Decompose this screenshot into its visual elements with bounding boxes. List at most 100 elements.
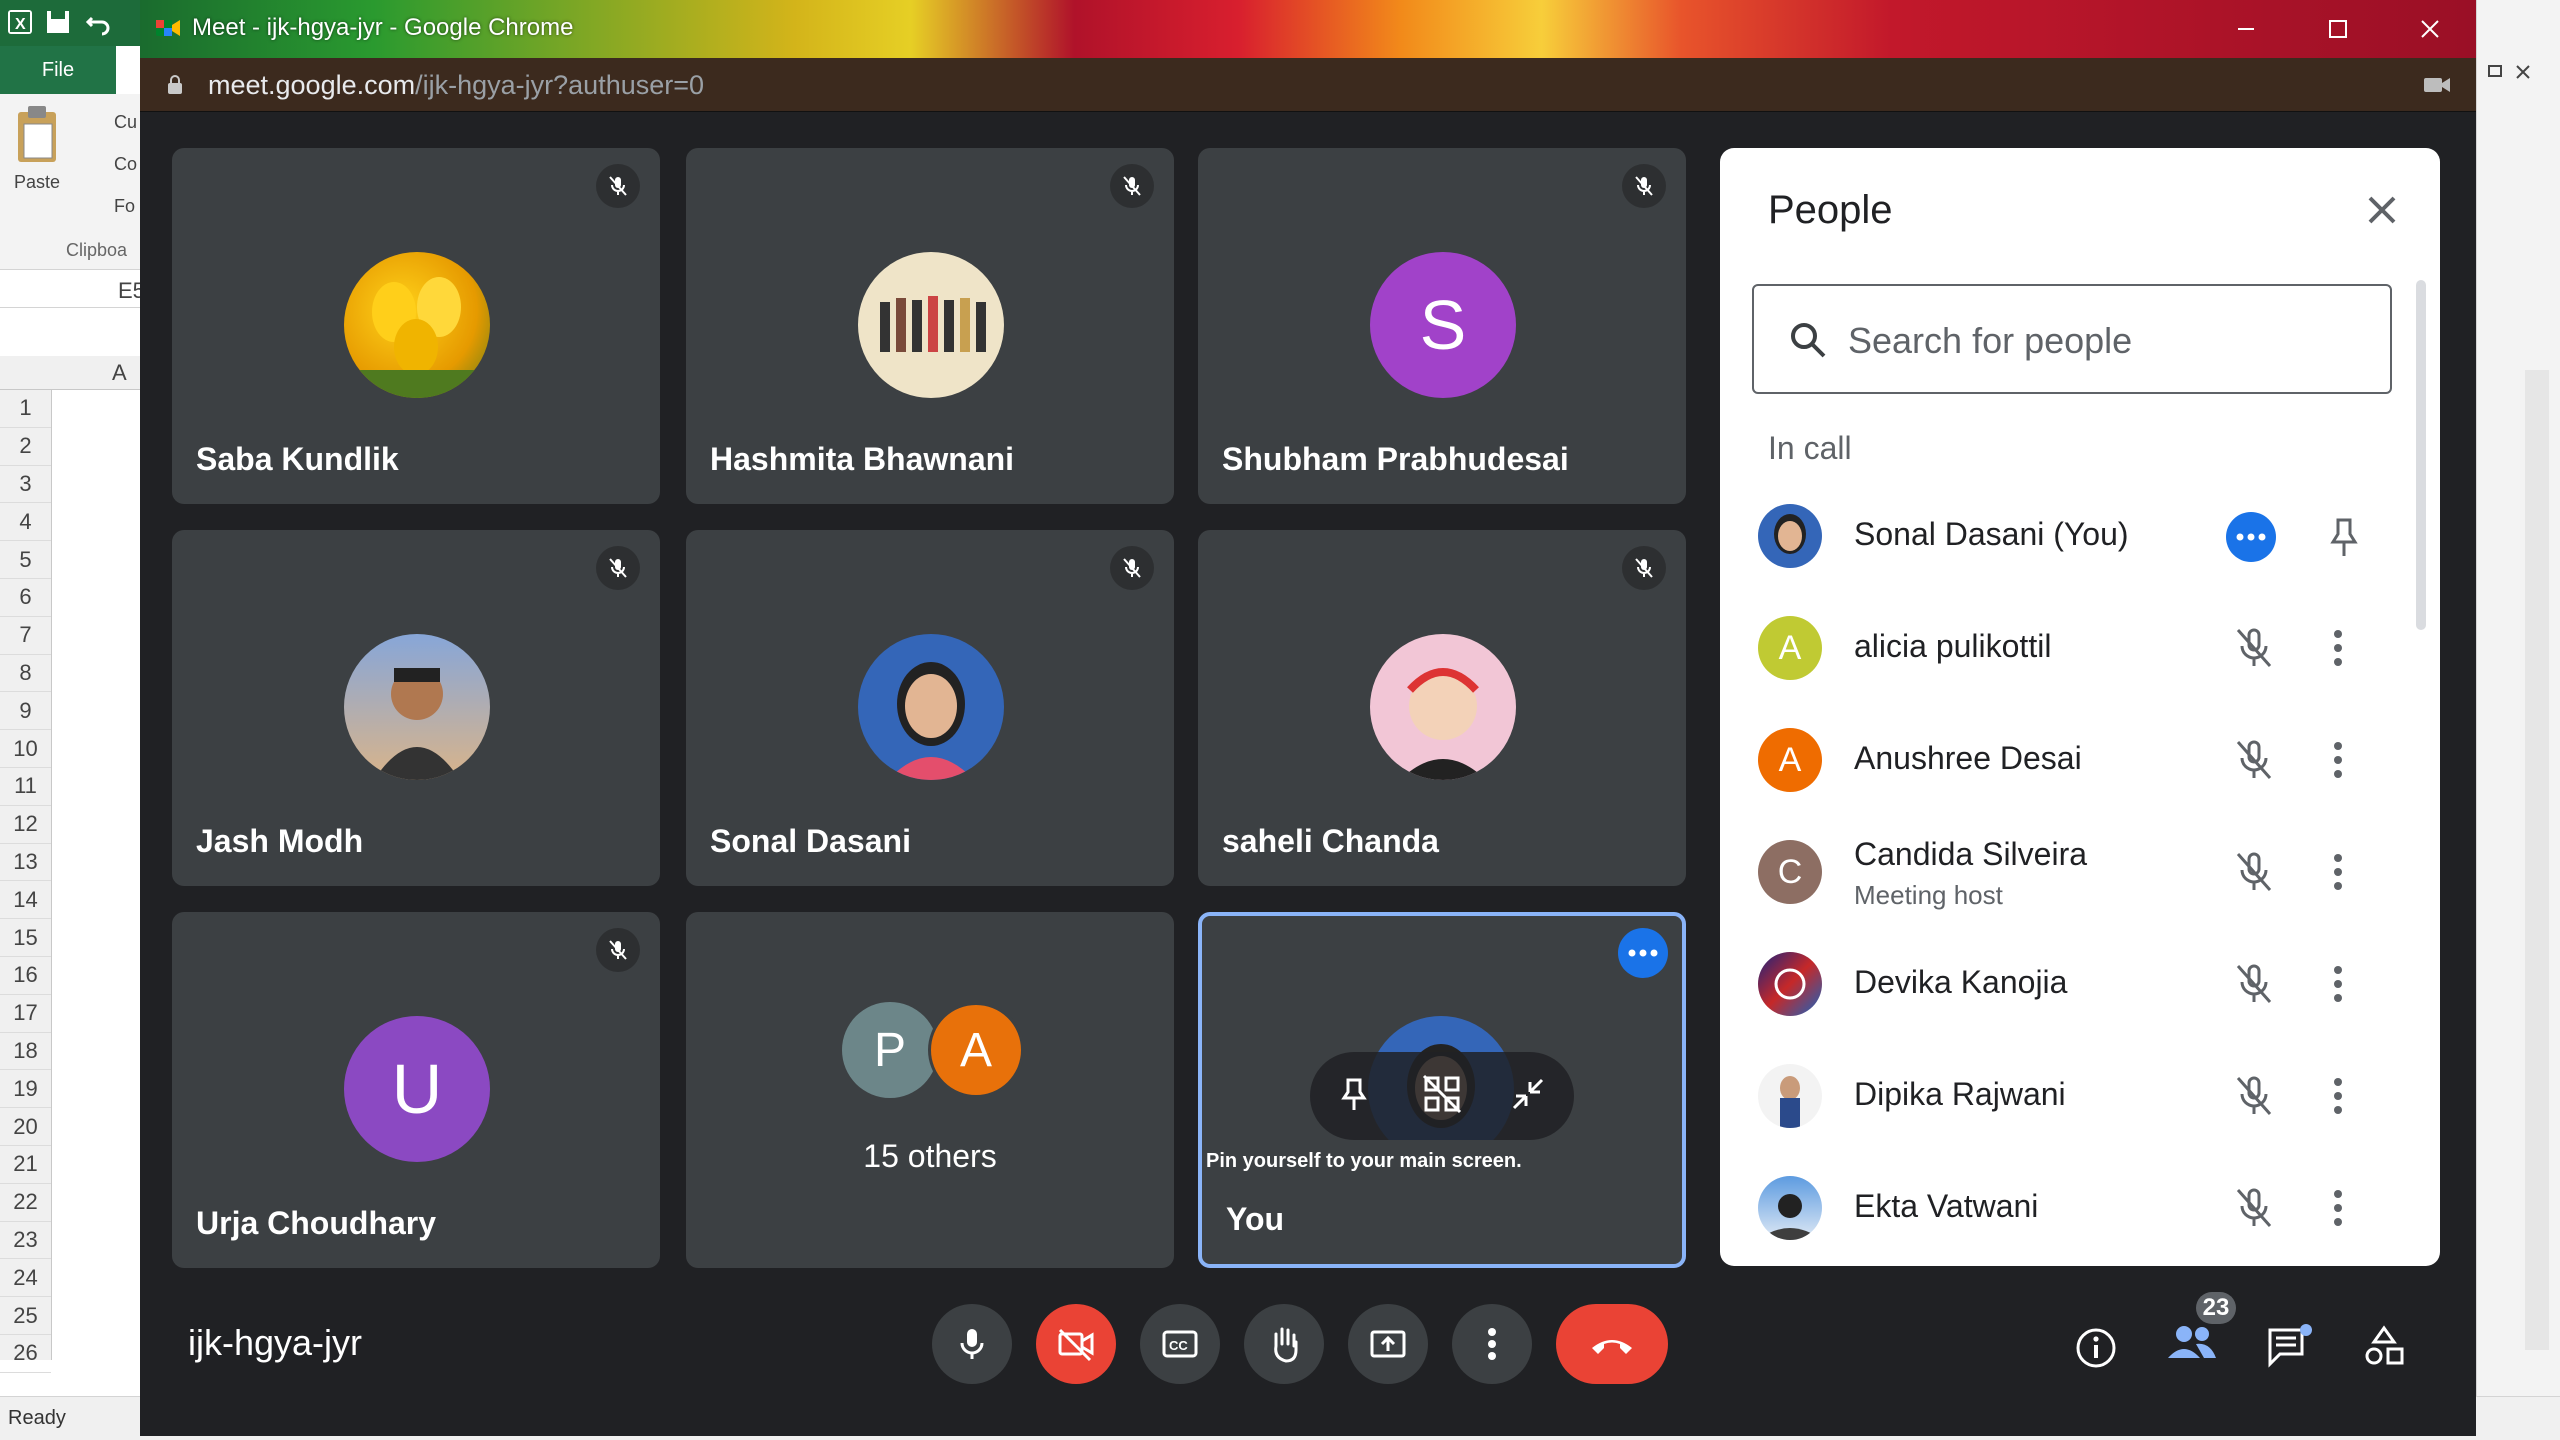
row-header[interactable]: 11 bbox=[0, 768, 51, 806]
row-header[interactable]: 14 bbox=[0, 881, 51, 920]
participant-row[interactable]: Devika Kanojia bbox=[1720, 934, 2420, 1034]
people-scrollbar[interactable] bbox=[2416, 280, 2426, 630]
participant-row[interactable]: Sonal Dasani (You) bbox=[1720, 486, 2420, 586]
row-header[interactable]: 13 bbox=[0, 844, 51, 882]
hand-icon bbox=[1274, 1327, 1298, 1363]
participant-row[interactable]: Ekta Vatwani bbox=[1720, 1158, 2420, 1258]
copy-label[interactable]: Co bbox=[114, 154, 137, 175]
participant-tile[interactable]: saheli Chanda bbox=[1198, 530, 1686, 886]
row-header[interactable]: 26 bbox=[0, 1335, 51, 1373]
more-options-button[interactable] bbox=[2226, 512, 2276, 562]
avatar-letter: S bbox=[1370, 252, 1516, 398]
more-vert-icon[interactable] bbox=[2328, 626, 2348, 670]
participant-tile[interactable]: U Urja Choudhary bbox=[172, 912, 660, 1268]
close-icon[interactable] bbox=[2364, 192, 2400, 228]
row-header[interactable]: 2 bbox=[0, 428, 51, 466]
tulips-image bbox=[344, 277, 490, 398]
others-tile[interactable]: P A 15 others bbox=[686, 912, 1174, 1268]
self-photo-image bbox=[1774, 514, 1806, 554]
row-header[interactable]: 7 bbox=[0, 617, 51, 655]
camera-off-button[interactable] bbox=[1036, 1304, 1116, 1384]
row-header[interactable]: 19 bbox=[0, 1070, 51, 1109]
more-vert-icon[interactable] bbox=[2328, 1186, 2348, 1230]
row-header[interactable]: 1 bbox=[0, 390, 51, 428]
url-path: /ijk-hgya-jyr?authuser=0 bbox=[415, 70, 705, 100]
row-header[interactable]: 12 bbox=[0, 806, 51, 844]
participant-row[interactable]: C Candida Silveira Meeting host bbox=[1720, 822, 2420, 922]
maximize-button[interactable] bbox=[2292, 0, 2384, 58]
participant-tile[interactable]: Jash Modh bbox=[172, 530, 660, 886]
activities-button[interactable] bbox=[2362, 1324, 2406, 1373]
chat-button[interactable] bbox=[2266, 1324, 2314, 1373]
format-painter-label[interactable]: Fo bbox=[114, 196, 135, 217]
participant-row[interactable]: A alicia pulikottil bbox=[1720, 598, 2420, 698]
close-window-button[interactable] bbox=[2384, 0, 2476, 58]
present-now-button[interactable] bbox=[1348, 1304, 1428, 1384]
row-header[interactable]: 24 bbox=[0, 1259, 51, 1298]
paste-label[interactable]: Paste bbox=[14, 172, 60, 193]
undo-icon[interactable] bbox=[84, 8, 112, 36]
self-tile[interactable]: Pin yourself to your main screen. You bbox=[1198, 912, 1686, 1268]
row-header[interactable]: 21 bbox=[0, 1146, 51, 1184]
svg-text:X: X bbox=[15, 16, 26, 33]
more-vert-icon[interactable] bbox=[2328, 738, 2348, 782]
avatar-photo bbox=[1370, 634, 1516, 780]
more-vert-icon[interactable] bbox=[2328, 962, 2348, 1006]
window-controls-icon[interactable] bbox=[2487, 62, 2547, 82]
pin-button[interactable] bbox=[1332, 1072, 1376, 1121]
people-button[interactable] bbox=[2166, 1320, 2218, 1369]
row-header[interactable]: 15 bbox=[0, 919, 51, 957]
minimize-button[interactable] bbox=[2200, 0, 2292, 58]
name-box[interactable]: E5 bbox=[0, 272, 145, 308]
minimize-tile-button[interactable] bbox=[1506, 1072, 1550, 1121]
panel-title: People bbox=[1768, 188, 1893, 232]
row-header[interactable]: 10 bbox=[0, 730, 51, 768]
participant-tile[interactable]: S Shubham Prabhudesai bbox=[1198, 148, 1686, 504]
camera-in-use-icon[interactable] bbox=[2422, 74, 2452, 96]
participant-tile[interactable]: Hashmita Bhawnani bbox=[686, 148, 1174, 504]
raise-hand-button[interactable] bbox=[1244, 1304, 1324, 1384]
search-people-input[interactable]: Search for people bbox=[1752, 284, 2392, 394]
cut-label[interactable]: Cu bbox=[114, 112, 137, 133]
more-options-button[interactable] bbox=[1452, 1304, 1532, 1384]
row-header[interactable]: 22 bbox=[0, 1184, 51, 1222]
row-header[interactable]: 3 bbox=[0, 466, 51, 504]
row-header[interactable]: 16 bbox=[0, 957, 51, 995]
row-header[interactable]: 23 bbox=[0, 1222, 51, 1260]
row-header[interactable]: 18 bbox=[0, 1033, 51, 1071]
vertical-scrollbar[interactable] bbox=[2525, 370, 2549, 1350]
more-vert-icon[interactable] bbox=[2328, 1074, 2348, 1118]
meeting-details-icon[interactable] bbox=[2074, 1326, 2118, 1370]
pin-icon[interactable] bbox=[2324, 516, 2364, 560]
avatar-photo bbox=[858, 634, 1004, 780]
address-bar[interactable]: meet.google.com/ijk-hgya-jyr?authuser=0 bbox=[140, 58, 2476, 112]
url-text[interactable]: meet.google.com/ijk-hgya-jyr?authuser=0 bbox=[208, 70, 704, 101]
leave-call-button[interactable] bbox=[1556, 1304, 1668, 1384]
lock-icon[interactable] bbox=[166, 74, 184, 96]
participant-row[interactable]: Dipika Rajwani bbox=[1720, 1046, 2420, 1146]
more-vert-icon[interactable] bbox=[2328, 850, 2348, 894]
participant-tile[interactable]: Saba Kundlik bbox=[172, 148, 660, 504]
avatar-letter: U bbox=[344, 1016, 490, 1162]
row-header[interactable]: 8 bbox=[0, 655, 51, 693]
row-header[interactable]: 9 bbox=[0, 692, 51, 731]
pin-icon bbox=[1341, 1078, 1367, 1110]
save-icon[interactable] bbox=[44, 8, 72, 36]
more-options-button[interactable] bbox=[1618, 928, 1668, 978]
microphone-button[interactable] bbox=[932, 1304, 1012, 1384]
file-tab[interactable]: File bbox=[0, 46, 116, 94]
row-header[interactable]: 6 bbox=[0, 579, 51, 617]
row-header[interactable]: 25 bbox=[0, 1297, 51, 1335]
participant-tile[interactable]: Sonal Dasani bbox=[686, 530, 1174, 886]
row-header[interactable]: 20 bbox=[0, 1108, 51, 1146]
captions-button[interactable]: CC bbox=[1140, 1304, 1220, 1384]
row-header[interactable]: 4 bbox=[0, 503, 51, 542]
row-header[interactable]: 5 bbox=[0, 541, 51, 579]
search-icon bbox=[1791, 323, 1826, 358]
participant-row[interactable]: A Anushree Desai bbox=[1720, 710, 2420, 810]
paste-icon[interactable] bbox=[12, 104, 62, 168]
row-header[interactable]: 17 bbox=[0, 995, 51, 1033]
tile-layout-button[interactable] bbox=[1420, 1072, 1464, 1121]
column-a-header[interactable]: A bbox=[112, 360, 127, 386]
avatar-letter: A bbox=[1758, 728, 1822, 792]
